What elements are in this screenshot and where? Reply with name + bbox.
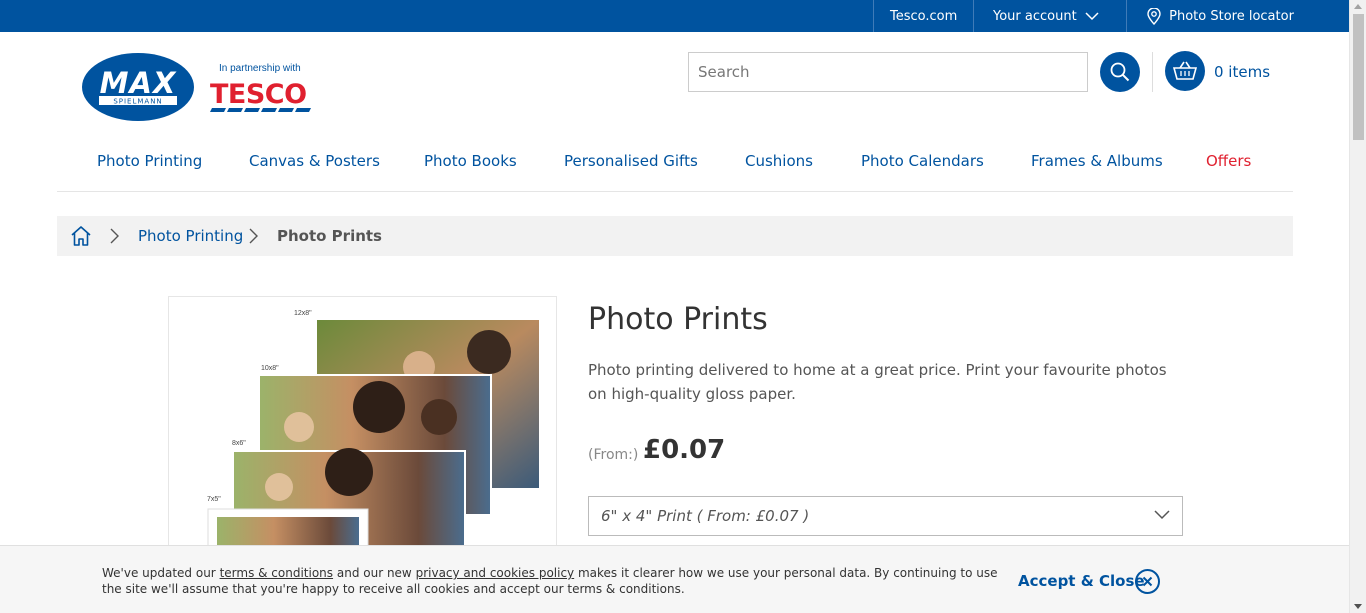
tesco-logo-text: TESCO (210, 79, 307, 110)
max-logo-subtext: SPIELMANN (113, 98, 162, 106)
scroll-thumb[interactable] (1353, 14, 1364, 140)
size-label-12x8: 12x8" (294, 310, 312, 317)
nav-personalised-gifts[interactable]: Personalised Gifts (564, 152, 698, 170)
account-menu[interactable]: Your account (973, 0, 1126, 32)
basket-button[interactable] (1165, 51, 1205, 91)
max-logo-text: MAX (100, 66, 177, 100)
cookie-text-1: We've updated our (102, 566, 220, 580)
store-locator-label: Photo Store locator (1169, 9, 1294, 24)
search-icon (1110, 62, 1130, 82)
search-button[interactable] (1100, 52, 1140, 92)
top-bar: Tesco.com Your account Photo Store locat… (0, 0, 1349, 32)
chevron-down-icon (1154, 510, 1170, 520)
search-input[interactable] (688, 52, 1088, 92)
product-description: Photo printing delivered to home at a gr… (588, 361, 1167, 403)
privacy-link[interactable]: privacy and cookies policy (416, 566, 575, 580)
basket-count[interactable]: 0 items (1214, 63, 1270, 81)
scroll-down-arrow[interactable] (1354, 604, 1362, 609)
account-label: Your account (993, 9, 1077, 24)
cookie-text-2: and our new (333, 566, 416, 580)
size-select-value: 6" x 4" Print ( From: £0.07 ) (601, 507, 810, 525)
photo-prints-illustration (207, 318, 541, 555)
tesco-link[interactable]: Tesco.com (873, 0, 973, 32)
max-spielmann-logo[interactable]: MAX SPIELMANN (81, 52, 195, 122)
size-label-10x8: 10x8" (261, 365, 279, 372)
home-icon[interactable] (70, 225, 92, 247)
nav-offers[interactable]: Offers (1206, 152, 1251, 170)
size-label-7x5: 7x5" (207, 496, 221, 503)
nav-frames-albums[interactable]: Frames & Albums (1031, 152, 1163, 170)
store-locator-link[interactable]: Photo Store locator (1126, 0, 1349, 32)
breadcrumb: Photo Printing Photo Prints (57, 216, 1293, 256)
location-pin-icon (1147, 7, 1161, 26)
product-image[interactable]: 12x8" 10x8" 8x6" 7x5" (168, 296, 557, 556)
nav-photo-calendars[interactable]: Photo Calendars (861, 152, 984, 170)
chevron-right-icon (249, 228, 258, 244)
nav-canvas-posters[interactable]: Canvas & Posters (249, 152, 380, 170)
chevron-right-icon (110, 228, 119, 244)
close-button[interactable] (1135, 569, 1160, 594)
tesco-link-label: Tesco.com (890, 9, 958, 24)
breadcrumb-photo-printing[interactable]: Photo Printing (138, 227, 243, 245)
header-divider (1152, 52, 1153, 92)
chevron-down-icon (1085, 12, 1099, 21)
product-title: Photo Prints (588, 302, 768, 337)
main-nav: Photo Printing Canvas & Posters Photo Bo… (57, 142, 1293, 192)
price-prefix: (From:) (588, 447, 639, 463)
tesco-logo: TESCO (210, 79, 311, 112)
size-label-8x6: 8x6" (232, 440, 246, 447)
breadcrumb-current: Photo Prints (277, 227, 382, 245)
product-price: £0.07 (643, 435, 726, 465)
cookie-banner: We've updated our terms & conditions and… (0, 545, 1349, 613)
size-select[interactable]: 6" x 4" Print ( From: £0.07 ) (588, 496, 1183, 536)
page-scrollbar[interactable] (1349, 0, 1366, 613)
terms-link[interactable]: terms & conditions (220, 566, 333, 580)
close-icon (1142, 576, 1153, 587)
nav-cushions[interactable]: Cushions (745, 152, 813, 170)
nav-photo-books[interactable]: Photo Books (424, 152, 517, 170)
basket-icon (1173, 61, 1197, 80)
accept-close-button[interactable]: Accept & Close (1018, 572, 1145, 590)
scroll-up-arrow[interactable] (1354, 4, 1362, 9)
cookie-message: We've updated our terms & conditions and… (102, 565, 1012, 597)
partnership-text: In partnership with (219, 63, 301, 74)
nav-photo-printing[interactable]: Photo Printing (97, 152, 202, 170)
